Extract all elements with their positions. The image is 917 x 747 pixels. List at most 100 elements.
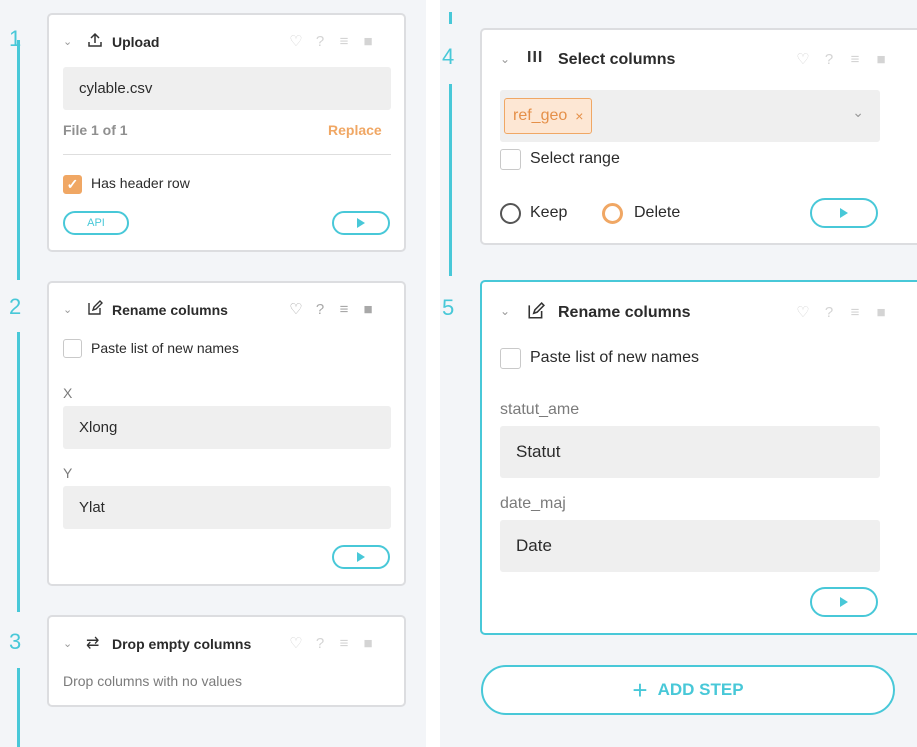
step-description: Drop columns with no values [63,673,242,689]
card-actions: ♡ ? ≡ ■ [289,634,375,653]
trash-icon[interactable]: ■ [874,304,888,321]
add-note-icon[interactable]: ≡ [848,51,862,68]
api-button[interactable]: API [63,211,129,235]
help-icon[interactable]: ? [313,33,327,50]
step-number: 2 [9,294,22,319]
left-workflow-panel: 1 2 3 ⌄ Upload ♡ ? ≡ ■ cylable.csv File … [0,0,426,747]
file-count-text: File 1 of 1 [63,122,128,138]
help-icon[interactable]: ? [313,301,327,318]
module-title: Rename columns [112,302,228,318]
delete-label: Delete [634,204,681,221]
step-number: 4 [442,44,455,69]
help-icon[interactable]: ? [313,635,327,652]
step-connector-line [17,668,20,747]
bell-icon[interactable]: ♡ [796,50,810,68]
replace-link[interactable]: Replace [328,122,382,138]
column-name-label: Y [63,465,73,481]
drop-empty-columns-step-card[interactable]: ⌄ ⇄ Drop empty columns ♡ ? ≡ ■ Drop colu… [47,615,406,707]
edit-icon [87,300,103,321]
select-range-label: Select range [530,150,620,167]
step-connector-line [449,12,452,24]
module-title: Rename columns [558,304,691,321]
add-step-label: ADD STEP [657,680,744,699]
chevron-down-icon[interactable]: ⌄ [63,303,72,316]
plus-icon: + [632,675,648,705]
right-workflow-panel: 4 5 ⌄ III Select columns ♡ ? ≡ ■ ref_geo… [440,0,917,747]
remove-tag-icon[interactable]: × [575,108,583,124]
delete-radio[interactable] [602,203,623,224]
chevron-down-icon[interactable]: ⌄ [63,35,72,48]
select-range-checkbox[interactable] [500,149,521,170]
card-header[interactable]: ⌄ ⇄ Drop empty columns ♡ ? ≡ ■ [49,617,404,657]
selected-column-tag: ref_geo × [504,98,593,134]
trash-icon[interactable]: ■ [874,51,888,68]
step-connector-line [449,84,452,276]
bell-icon[interactable]: ♡ [289,634,303,652]
trash-icon[interactable]: ■ [361,301,375,318]
card-actions: ♡ ? ≡ ■ [796,50,888,69]
module-title: Upload [112,34,160,50]
api-label: API [87,217,105,229]
card-actions: ♡ ? ≡ ■ [796,303,888,322]
rename-columns-step-card[interactable]: ⌄ Rename columns ♡ ? ≡ ■ Paste list of n… [47,281,406,586]
swap-arrows-icon: ⇄ [86,635,100,652]
paste-list-checkbox[interactable] [500,348,521,369]
paste-list-checkbox[interactable] [63,339,82,358]
paste-list-label: Paste list of new names [91,340,239,356]
run-button[interactable] [332,211,390,235]
column-name-label: X [63,385,73,401]
card-header[interactable]: ⌄ Rename columns ♡ ? ≡ ■ [49,283,404,323]
bell-icon[interactable]: ♡ [289,32,303,50]
keep-label: Keep [530,204,568,221]
bell-icon[interactable]: ♡ [289,300,303,318]
run-button[interactable] [332,545,390,569]
new-name-value: Ylat [79,499,105,516]
filename-field: cylable.csv [63,67,391,110]
card-actions: ♡ ? ≡ ■ [289,32,375,51]
keep-radio[interactable] [500,203,521,224]
new-name-input[interactable]: Date [500,520,880,572]
trash-icon[interactable]: ■ [361,33,375,50]
add-note-icon[interactable]: ≡ [337,301,351,318]
bell-icon[interactable]: ♡ [796,303,810,321]
module-title: Select columns [558,51,676,68]
chevron-down-icon[interactable]: ⌄ [500,304,510,318]
new-name-input[interactable]: Ylat [63,486,391,529]
card-header[interactable]: ⌄ III Select columns ♡ ? ≡ ■ [482,30,917,70]
header-row-label: Has header row [91,175,190,191]
add-step-button[interactable]: + ADD STEP [481,665,895,715]
paste-list-label: Paste list of new names [530,349,699,366]
new-name-input[interactable]: Statut [500,426,880,478]
add-note-icon[interactable]: ≡ [848,304,862,321]
header-row-checkbox[interactable]: ✓ [63,175,82,194]
columns-icon: III [527,49,544,66]
play-icon [840,597,848,607]
divider [63,154,391,155]
run-button[interactable] [810,198,878,228]
card-header[interactable]: ⌄ Rename columns ♡ ? ≡ ■ [482,282,917,322]
tag-label: ref_geo [513,107,568,124]
chevron-down-icon[interactable]: ⌄ [63,637,72,650]
select-columns-step-card[interactable]: ⌄ III Select columns ♡ ? ≡ ■ ref_geo × ⌄… [480,28,917,245]
help-icon[interactable]: ? [822,51,836,68]
filename-text: cylable.csv [79,80,153,97]
run-button[interactable] [810,587,878,617]
column-name-label: statut_ame [500,401,580,418]
rename-columns-step-card[interactable]: ⌄ Rename columns ♡ ? ≡ ■ Paste list of n… [480,280,917,635]
play-icon [357,552,365,562]
add-note-icon[interactable]: ≡ [337,635,351,652]
column-name-label: date_maj [500,495,566,512]
upload-icon [87,32,103,53]
column-multiselect[interactable]: ref_geo × ⌄ [500,90,880,142]
new-name-input[interactable]: Xlong [63,406,391,449]
chevron-down-icon[interactable]: ⌄ [500,52,510,66]
help-icon[interactable]: ? [822,304,836,321]
new-name-value: Date [516,536,552,555]
chevron-down-icon[interactable]: ⌄ [852,104,864,121]
card-header[interactable]: ⌄ Upload ♡ ? ≡ ■ [49,15,404,55]
upload-step-card[interactable]: ⌄ Upload ♡ ? ≡ ■ cylable.csv File 1 of 1… [47,13,406,252]
step-connector-line [17,40,20,280]
trash-icon[interactable]: ■ [361,635,375,652]
add-note-icon[interactable]: ≡ [337,33,351,50]
new-name-value: Statut [516,442,561,461]
